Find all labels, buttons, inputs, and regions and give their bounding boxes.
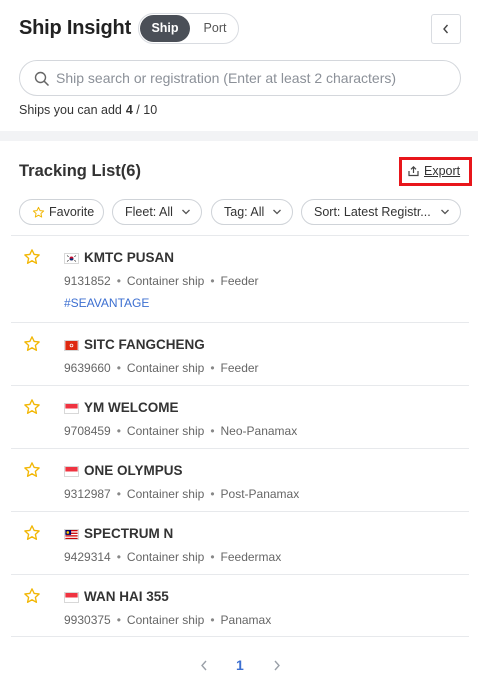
quota-current: 4 [125, 103, 133, 117]
page-title: Ship Insight [19, 17, 132, 39]
tag-filter[interactable]: Tag: All [211, 199, 293, 225]
ship-class: Feeder [220, 274, 259, 288]
ship-type: Container ship [126, 361, 205, 375]
ship-class: Neo-Panamax [220, 424, 298, 438]
section-divider [0, 131, 478, 141]
toggle-port[interactable]: Port [193, 15, 237, 42]
ship-name[interactable]: WAN HAI 355 [84, 589, 169, 604]
ship-registration: 9429314 [64, 550, 111, 564]
sort-select[interactable]: Sort: Latest Registr... [301, 199, 461, 225]
tag-filter-label: Tag: All [224, 205, 265, 219]
ship-row[interactable]: WAN HAI 355 9930375 • Container ship • Panam… [11, 574, 469, 637]
export-icon [408, 165, 419, 177]
ship-meta: 9131852 • Container ship • Feeder [64, 274, 259, 288]
ship-name[interactable]: YM WELCOME [84, 400, 179, 415]
page-number[interactable]: 1 [236, 657, 244, 673]
ship-name[interactable]: SPECTRUM N [84, 526, 173, 541]
ship-row[interactable]: SPECTRUM N 9429314 • Container ship • Feeder… [11, 511, 469, 574]
flag-hk-icon [64, 340, 79, 351]
ship-name[interactable]: KMTC PUSAN [84, 250, 174, 265]
ship-row[interactable]: YM WELCOME 9708459 • Container ship • Neo-Pa… [11, 385, 469, 448]
favorite-star-icon[interactable] [23, 524, 41, 542]
favorite-star-icon[interactable] [23, 398, 41, 416]
quota-max: 10 [143, 103, 158, 117]
chevron-left-icon[interactable] [199, 659, 209, 672]
tracking-list-title: Tracking List(6) [19, 162, 141, 180]
favorite-filter-label: Favorite [49, 205, 95, 219]
ship-type: Container ship [126, 274, 205, 288]
search-input[interactable] [56, 61, 451, 95]
flag-sg-icon [64, 403, 79, 414]
quota-label: Ships you can add [19, 103, 122, 117]
ship-name[interactable]: ONE OLYMPUS [84, 463, 183, 478]
favorite-star-icon[interactable] [23, 335, 41, 353]
chevron-down-icon [182, 209, 190, 215]
ship-row[interactable]: KMTC PUSAN 9131852 • Container ship • Feeder… [11, 235, 469, 322]
ship-type: Container ship [126, 613, 205, 627]
ship-registration: 9708459 [64, 424, 111, 438]
header: Ship Insight Ship Port Ships you can add… [0, 0, 478, 131]
ship-type: Container ship [126, 424, 205, 438]
favorite-filter[interactable]: Favorite [19, 199, 104, 225]
ship-type: Container ship [126, 487, 205, 501]
ship-class: Panamax [220, 613, 272, 627]
ship-class: Feeder [220, 361, 259, 375]
ship-type: Container ship [126, 550, 205, 564]
export-label: Export [424, 164, 461, 178]
ship-name[interactable]: SITC FANGCHENG [84, 337, 205, 352]
ship-registration: 9639660 [64, 361, 111, 375]
search-icon [34, 71, 50, 87]
ship-search[interactable] [19, 60, 461, 96]
chevron-down-icon [441, 209, 449, 215]
ship-meta: 9429314 • Container ship • Feedermax [64, 550, 282, 564]
chevron-down-icon [273, 209, 281, 215]
chevron-left-icon [443, 24, 449, 34]
ship-meta: 9930375 • Container ship • Panamax [64, 613, 272, 627]
ship-row[interactable]: SITC FANGCHENG 9639660 • Container ship • Fe… [11, 322, 469, 385]
chevron-right-icon[interactable] [272, 659, 282, 672]
star-outline-icon [32, 206, 45, 218]
flag-my-icon [64, 529, 79, 540]
favorite-star-icon[interactable] [23, 461, 41, 479]
ship-quota: Ships you can add 4 / 10 [19, 103, 157, 117]
ship-meta: 9708459 • Container ship • Neo-Panamax [64, 424, 298, 438]
ship-port-toggle[interactable]: Ship Port [138, 13, 239, 44]
ship-tag[interactable]: #SEAVANTAGE [64, 296, 149, 310]
ship-registration: 9131852 [64, 274, 111, 288]
ship-meta: 9639660 • Container ship • Feeder [64, 361, 259, 375]
pagination: 1 [0, 655, 478, 677]
flag-sg-icon [64, 592, 79, 603]
ship-meta: 9312987 • Container ship • Post-Panamax [64, 487, 300, 501]
flag-sg-icon [64, 466, 79, 477]
export-highlight: Export [399, 157, 472, 186]
ship-registration: 9930375 [64, 613, 111, 627]
ship-row[interactable]: ONE OLYMPUS 9312987 • Container ship • Post-… [11, 448, 469, 511]
fleet-filter-label: Fleet: All [125, 205, 173, 219]
ship-registration: 9312987 [64, 487, 111, 501]
ship-class: Feedermax [220, 550, 282, 564]
toggle-ship[interactable]: Ship [140, 15, 190, 42]
collapse-panel-button[interactable] [431, 14, 461, 44]
sort-select-label: Sort: Latest Registr... [314, 205, 431, 219]
fleet-filter[interactable]: Fleet: All [112, 199, 202, 225]
quota-separator: / [136, 103, 140, 117]
ship-class: Post-Panamax [220, 487, 300, 501]
favorite-star-icon[interactable] [23, 587, 41, 605]
favorite-star-icon[interactable] [23, 248, 41, 266]
export-button[interactable]: Export [407, 164, 460, 178]
flag-kr-icon [64, 253, 79, 264]
